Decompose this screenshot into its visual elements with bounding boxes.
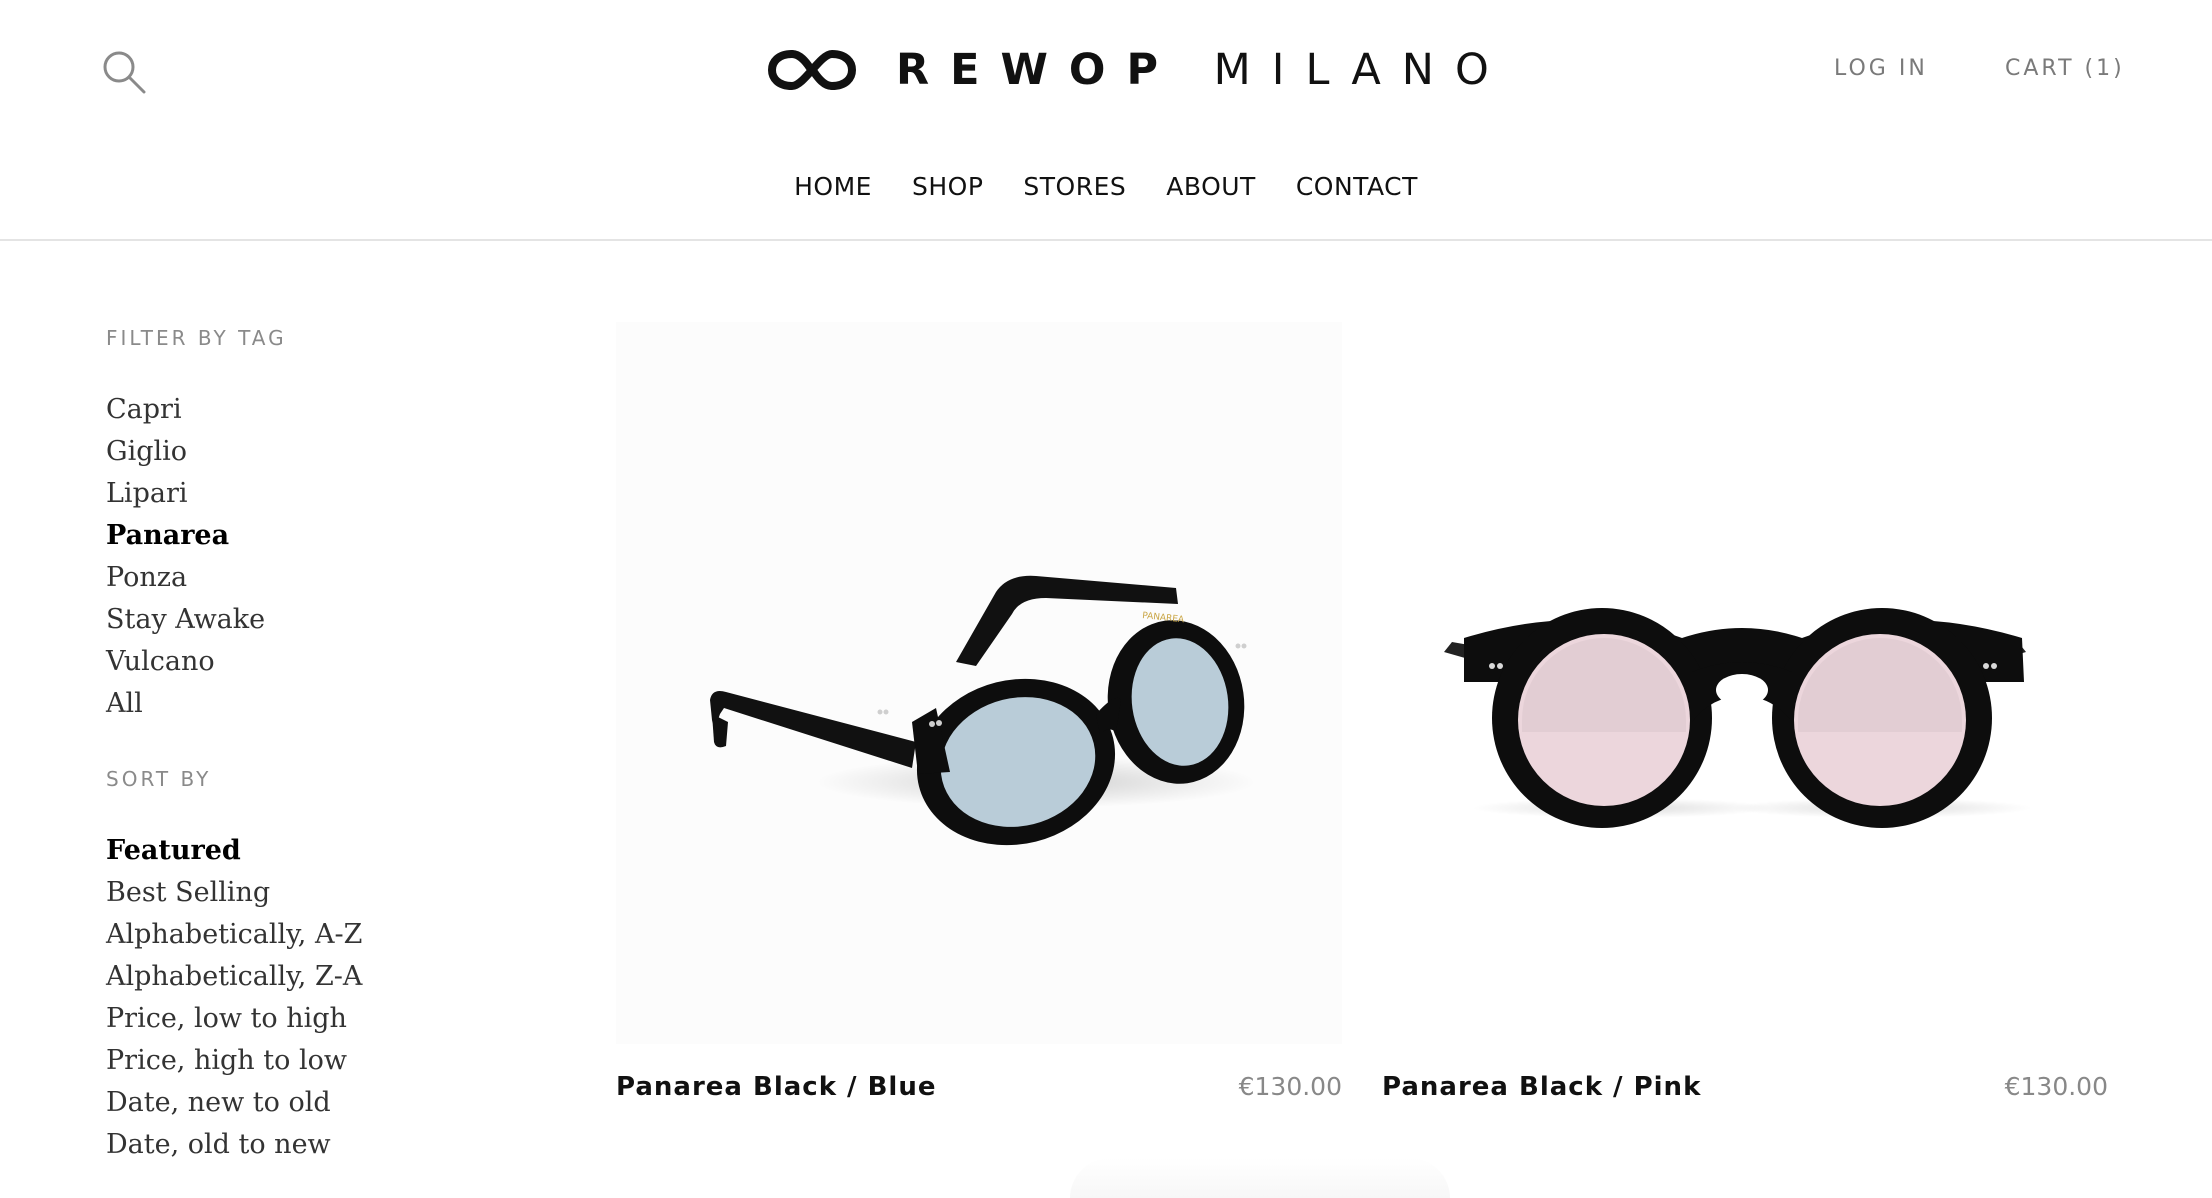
nav-shop[interactable]: SHOP	[892, 172, 1003, 201]
infinity-logo-icon	[768, 49, 856, 91]
tag-filter-item-active[interactable]: Panarea	[106, 515, 526, 557]
search-icon[interactable]	[100, 48, 150, 98]
site-header: REWOP MILANO LOG IN CART (1) HOME SHOP S…	[0, 0, 2212, 241]
nav-home[interactable]: HOME	[774, 172, 892, 201]
sort-option[interactable]: Price, high to low	[106, 1040, 526, 1082]
product-card: PANAREA Panarea Black / Blue €130.00	[616, 322, 1342, 1102]
product-info: Panarea Black / Pink €130.00	[1382, 1072, 2108, 1102]
brand-name-light: MILANO	[1213, 45, 1510, 95]
login-link[interactable]: LOG IN	[1834, 56, 1928, 81]
cart-link[interactable]: CART (1)	[2005, 56, 2125, 81]
product-image-sunglasses-pink[interactable]	[1382, 322, 2108, 1044]
sort-option[interactable]: Alphabetically, Z-A	[106, 956, 526, 998]
product-title[interactable]: Panarea Black / Pink	[1382, 1072, 1701, 1102]
tag-filter-list: Capri Giglio Lipari Panarea Ponza Stay A…	[106, 389, 526, 725]
tag-filter-item[interactable]: Giglio	[106, 431, 526, 473]
collection-sidebar: FILTER BY TAG Capri Giglio Lipari Panare…	[106, 322, 526, 1166]
product-price: €130.00	[2004, 1072, 2108, 1101]
tag-filter-item[interactable]: Ponza	[106, 557, 526, 599]
sort-option[interactable]: Alphabetically, A-Z	[106, 914, 526, 956]
tag-filter-item[interactable]: Lipari	[106, 473, 526, 515]
sort-option-active[interactable]: Featured	[106, 830, 526, 872]
brand-name-bold: REWOP	[896, 45, 1179, 95]
tag-filter-item[interactable]: Stay Awake	[106, 599, 526, 641]
sort-option[interactable]: Best Selling	[106, 872, 526, 914]
product-price: €130.00	[1238, 1072, 1342, 1101]
brand-logo[interactable]: REWOP MILANO	[768, 42, 1489, 98]
sort-heading: SORT BY	[106, 767, 212, 791]
product-title[interactable]: Panarea Black / Blue	[616, 1072, 936, 1102]
nav-contact[interactable]: CONTACT	[1276, 172, 1438, 201]
sort-option-list: Featured Best Selling Alphabetically, A-…	[106, 830, 526, 1166]
brand-name: REWOP MILANO	[896, 45, 1510, 95]
nav-stores[interactable]: STORES	[1003, 172, 1146, 201]
sort-option[interactable]: Date, old to new	[106, 1124, 526, 1166]
product-image-sunglasses-blue[interactable]: PANAREA	[616, 322, 1342, 1044]
nav-about[interactable]: ABOUT	[1146, 172, 1276, 201]
main-nav: HOME SHOP STORES ABOUT CONTACT	[0, 172, 2212, 201]
tag-filter-item[interactable]: Vulcano	[106, 641, 526, 683]
next-product-image-partial[interactable]	[1070, 1158, 1450, 1198]
product-info: Panarea Black / Blue €130.00	[616, 1072, 1342, 1102]
sort-option[interactable]: Date, new to old	[106, 1082, 526, 1124]
sort-option[interactable]: Price, low to high	[106, 998, 526, 1040]
tag-filter-item[interactable]: Capri	[106, 389, 526, 431]
product-card: Panarea Black / Pink €130.00	[1382, 322, 2108, 1102]
filter-heading: FILTER BY TAG	[106, 326, 287, 350]
tag-filter-item[interactable]: All	[106, 683, 526, 725]
